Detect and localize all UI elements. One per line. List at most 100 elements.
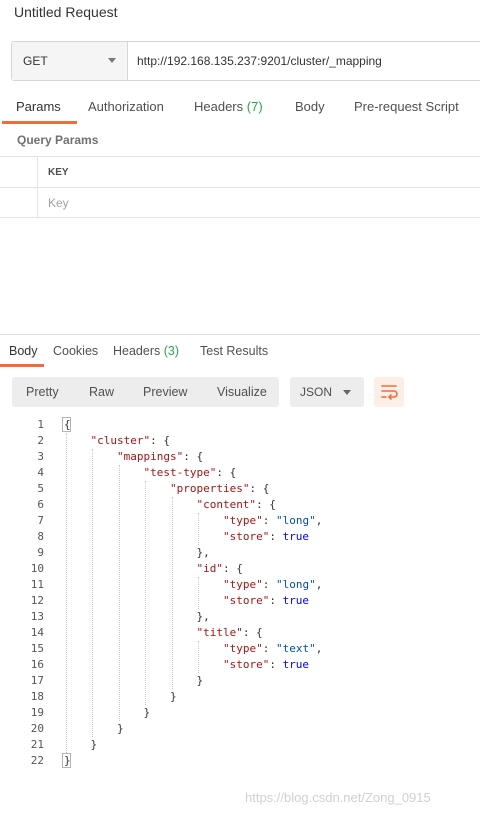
code-text: "content": { (64, 497, 275, 513)
code-line: 6 "content": { (0, 497, 480, 513)
language-select[interactable]: JSON (290, 377, 364, 407)
code-token: "title" (196, 626, 243, 639)
code-text: "store": true (64, 657, 309, 673)
tab-label: Authorization (88, 99, 164, 114)
line-number: 9 (37, 546, 44, 559)
code-token: "long" (275, 514, 316, 527)
code-text: { (64, 417, 71, 433)
wrap-lines-button[interactable] (374, 377, 404, 407)
response-body-viewer[interactable]: 1{2 "cluster": {3 "mappings": {4 "test-t… (0, 417, 480, 769)
tab-label: Body (9, 344, 38, 358)
code-token: : { (242, 626, 263, 639)
code-text: } (64, 673, 203, 689)
code-text: } (64, 689, 177, 705)
code-token: : (269, 594, 283, 607)
code-token: , (315, 642, 323, 655)
line-number: 15 (30, 642, 44, 655)
code-token: } (64, 706, 151, 719)
code-line: 5 "properties": { (0, 481, 480, 497)
code-token: } (64, 674, 204, 687)
tab-pre-request-script[interactable]: Pre-request Script (354, 94, 459, 124)
line-number: 7 (37, 514, 44, 527)
code-token: "id" (196, 562, 223, 575)
line-number: 1 (37, 418, 44, 431)
code-line: 9 }, (0, 545, 480, 561)
code-text: "properties": { (64, 481, 269, 497)
code-token: : { (183, 450, 204, 463)
view-pretty-button[interactable]: Pretty (26, 385, 59, 399)
key-input[interactable]: Key (38, 188, 69, 217)
tab-body[interactable]: Body (295, 94, 325, 124)
code-token: : { (222, 562, 243, 575)
pane-divider[interactable] (0, 334, 480, 335)
line-number: 13 (30, 610, 44, 623)
code-token: , (315, 578, 323, 591)
code-line: 22} (0, 753, 480, 769)
code-text: } (64, 705, 150, 721)
code-token: "test-type" (143, 466, 217, 479)
url-input[interactable]: http://192.168.135.237:9201/cluster/_map… (128, 42, 480, 80)
code-text: "cluster": { (64, 433, 170, 449)
code-token: }, (64, 546, 210, 559)
code-text: "title": { (64, 625, 263, 641)
code-token: }, (64, 610, 210, 623)
chevron-down-icon (343, 390, 351, 395)
code-token: : (262, 514, 276, 527)
line-number: 5 (37, 482, 44, 495)
code-line: 1{ (0, 417, 480, 433)
code-lines: 1{2 "cluster": {3 "mappings": {4 "test-t… (0, 417, 480, 769)
line-number: 8 (37, 530, 44, 543)
code-line: 8 "store": true (0, 529, 480, 545)
code-line: 21 } (0, 737, 480, 753)
response-tab-headers[interactable]: Headers (3) (113, 340, 179, 367)
code-token: "text" (275, 642, 316, 655)
code-token: "store" (222, 658, 270, 671)
headers-count-badge: (3) (163, 344, 180, 358)
method-label: GET (23, 54, 48, 68)
tab-headers[interactable]: Headers (7) (194, 94, 263, 124)
code-text: "mappings": { (64, 449, 203, 465)
code-token: "type" (222, 642, 263, 655)
code-text: "type": "long", (64, 577, 322, 593)
view-raw-button[interactable]: Raw (89, 385, 114, 399)
response-tab-test-results[interactable]: Test Results (200, 340, 268, 367)
line-number: 3 (37, 450, 44, 463)
tab-label: Headers (194, 99, 244, 114)
line-number: 2 (37, 434, 44, 447)
view-visualize-button[interactable]: Visualize (217, 385, 267, 399)
chevron-down-icon (108, 58, 116, 63)
tab-authorization[interactable]: Authorization (88, 94, 164, 124)
row-checkbox-cell (0, 188, 38, 217)
tab-params[interactable]: Params (2, 94, 77, 124)
code-line: 17 } (0, 673, 480, 689)
code-token: "content" (196, 498, 257, 511)
tab-label: Cookies (53, 344, 99, 358)
line-number: 12 (30, 594, 44, 607)
code-token: : { (150, 434, 170, 447)
line-number: 21 (30, 738, 44, 751)
key-column-header: KEY (48, 166, 69, 178)
code-token: "cluster" (90, 434, 151, 447)
code-token: { (64, 418, 71, 431)
response-tab-cookies[interactable]: Cookies (53, 340, 98, 367)
code-token: } (64, 754, 71, 767)
response-tab-body[interactable]: Body (0, 340, 43, 367)
code-line: 13 }, (0, 609, 480, 625)
code-text: "type": "long", (64, 513, 322, 529)
line-number: 16 (30, 658, 44, 671)
request-title[interactable]: Untitled Request (14, 4, 118, 20)
code-token: "properties" (169, 482, 250, 495)
code-line: 19 } (0, 705, 480, 721)
code-text: }, (64, 545, 210, 561)
method-select[interactable]: GET (12, 42, 128, 80)
view-preview-button[interactable]: Preview (143, 385, 187, 399)
line-number: 22 (30, 754, 44, 767)
tab-label: Headers (113, 344, 161, 358)
line-number: 14 (30, 626, 44, 639)
